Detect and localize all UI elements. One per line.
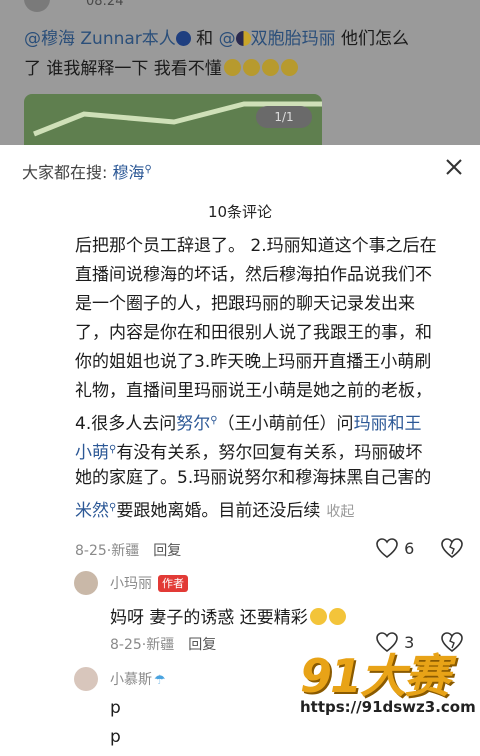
post-time: 08:24 <box>86 0 124 9</box>
reply-text-line: p <box>110 727 121 747</box>
comment-line: 小萌⚲有没有关系，努尔回复有关系，玛丽破坏 <box>75 435 475 464</box>
watermark-url: https://91dswz3.com <box>300 698 476 716</box>
mention-twins-mary[interactable]: 双胞胎玛丽 <box>251 29 336 49</box>
image-counter: 1/1 <box>256 106 312 128</box>
search-suggestion[interactable]: 大家都在搜: 穆海⚲ <box>22 159 152 183</box>
main-comment-text: 后把那个员工辞退了。 2.玛丽知道这个事之后在 直播间说穆海的坏话，然后穆海拍作… <box>75 232 475 522</box>
comment-line: 直播间说穆海的坏话，然后穆海拍作品说我们不 <box>75 265 432 285</box>
reply-author-name: 小慕斯 <box>110 672 152 688</box>
search-link-nuer[interactable]: 努尔 <box>176 414 210 434</box>
search-link-miran[interactable]: 米然 <box>75 501 109 521</box>
comment-text: （王小萌前任）问 <box>217 414 354 434</box>
reply-meta: 8-25·新疆 回复 <box>110 634 216 654</box>
broken-heart-icon[interactable] <box>440 536 464 560</box>
post-author-avatar <box>24 0 50 12</box>
post-text-and: 和 <box>190 29 219 49</box>
reply-button[interactable]: 回复 <box>153 543 181 559</box>
laughing-emoji <box>328 608 346 625</box>
comment-location: 新疆 <box>111 543 140 559</box>
comment-date: 8-25 <box>75 543 107 559</box>
comment-line: 她的家庭了。5.玛丽说努尔和穆海抹黑自己害的 <box>75 468 432 488</box>
main-comment-like-button[interactable]: 6 <box>375 537 414 559</box>
moon-emoji <box>235 31 251 46</box>
comment-line: 了，内容是你在和田很别人说了我跟王的事，和 <box>75 323 432 343</box>
comment-text: 4.很多人去问 <box>75 414 177 434</box>
search-suggestion-label: 大家都在搜: <box>22 163 113 182</box>
reply-author[interactable]: 小慕斯 ☂ <box>110 669 166 689</box>
search-icon: ⚲ <box>144 164 152 175</box>
reply-button[interactable]: 回复 <box>188 637 216 653</box>
post-text-line-1: @穆海 Zunnar本人 和 @ 双胞胎玛丽 他们怎么 <box>24 24 409 49</box>
flushed-emoji <box>280 59 298 76</box>
flushed-emoji <box>242 59 260 76</box>
flushed-emoji <box>223 59 241 76</box>
collapse-button[interactable]: 收起 <box>326 504 354 520</box>
reply-text-content: 妈呀 妻子的诱惑 还要精彩 <box>110 608 308 628</box>
search-link-mary-wang-cont[interactable]: 小萌 <box>75 443 109 463</box>
watermark-logo: 91大赛 <box>300 649 450 703</box>
water-drops-emoji: ☂ <box>154 673 166 688</box>
heart-icon <box>376 538 398 559</box>
comment-line: 你的姐姐也说了3.昨天晚上玛丽开直播王小萌刷 <box>75 352 432 372</box>
avatar[interactable] <box>74 667 98 691</box>
search-suggestion-keyword[interactable]: 穆海 <box>112 163 144 182</box>
close-icon[interactable] <box>442 155 466 179</box>
comment-text: 有没有关系，努尔回复有关系，玛丽破坏 <box>116 443 423 463</box>
reply-text: 妈呀 妻子的诱惑 还要精彩 <box>110 603 346 628</box>
comment-line: 4.很多人去问努尔⚲（王小萌前任）问玛丽和王 <box>75 406 475 435</box>
avatar[interactable] <box>74 571 98 595</box>
post-text-line-2-text: 了 谁我解释一下 我看不懂 <box>24 59 222 79</box>
like-count: 6 <box>404 539 415 558</box>
post-text-line-2: 了 谁我解释一下 我看不懂 <box>24 54 298 79</box>
comment-line: 后把那个员工辞退了。 2.玛丽知道这个事之后在 <box>75 236 437 256</box>
flushed-emoji <box>261 59 279 76</box>
search-icon: ⚲ <box>210 415 218 426</box>
background-post: 08:24 @穆海 Zunnar本人 和 @ 双胞胎玛丽 他们怎么 了 谁我解释一… <box>0 0 480 145</box>
comment-line: 礼物，直播间里玛丽说王小萌是她之前的老板， <box>75 381 432 401</box>
comments-count-title: 10条评论 <box>207 203 273 221</box>
comment-line: 米然⚲要跟她离婚。目前还没后续 收起 <box>75 493 475 522</box>
reply-date: 8-25 <box>110 637 142 653</box>
reply-author[interactable]: 小玛丽 作者 <box>110 573 188 593</box>
search-link-mary-wang[interactable]: 玛丽和王 <box>354 414 422 434</box>
mention-muhai[interactable]: @穆海 Zunnar本人 <box>24 29 176 49</box>
main-comment-meta: 8-25·新疆 回复 <box>75 540 181 560</box>
reply-location: 新疆 <box>146 637 175 653</box>
blue-circle-emoji <box>175 31 191 46</box>
reply-text-line: p <box>110 698 121 718</box>
author-badge: 作者 <box>158 575 188 592</box>
reply-author-name: 小玛丽 <box>110 576 152 592</box>
post-text-suffix: 他们怎么 <box>335 29 409 49</box>
watermark: 91大赛 https://91dswz3.com <box>300 640 476 716</box>
comment-line: 是一个圈子的人，把跟玛丽的聊天记录发出来 <box>75 294 415 314</box>
mention-at[interactable]: @ <box>219 29 236 49</box>
comment-text: 要跟她离婚。目前还没后续 <box>116 501 321 521</box>
laughing-emoji <box>309 608 327 625</box>
